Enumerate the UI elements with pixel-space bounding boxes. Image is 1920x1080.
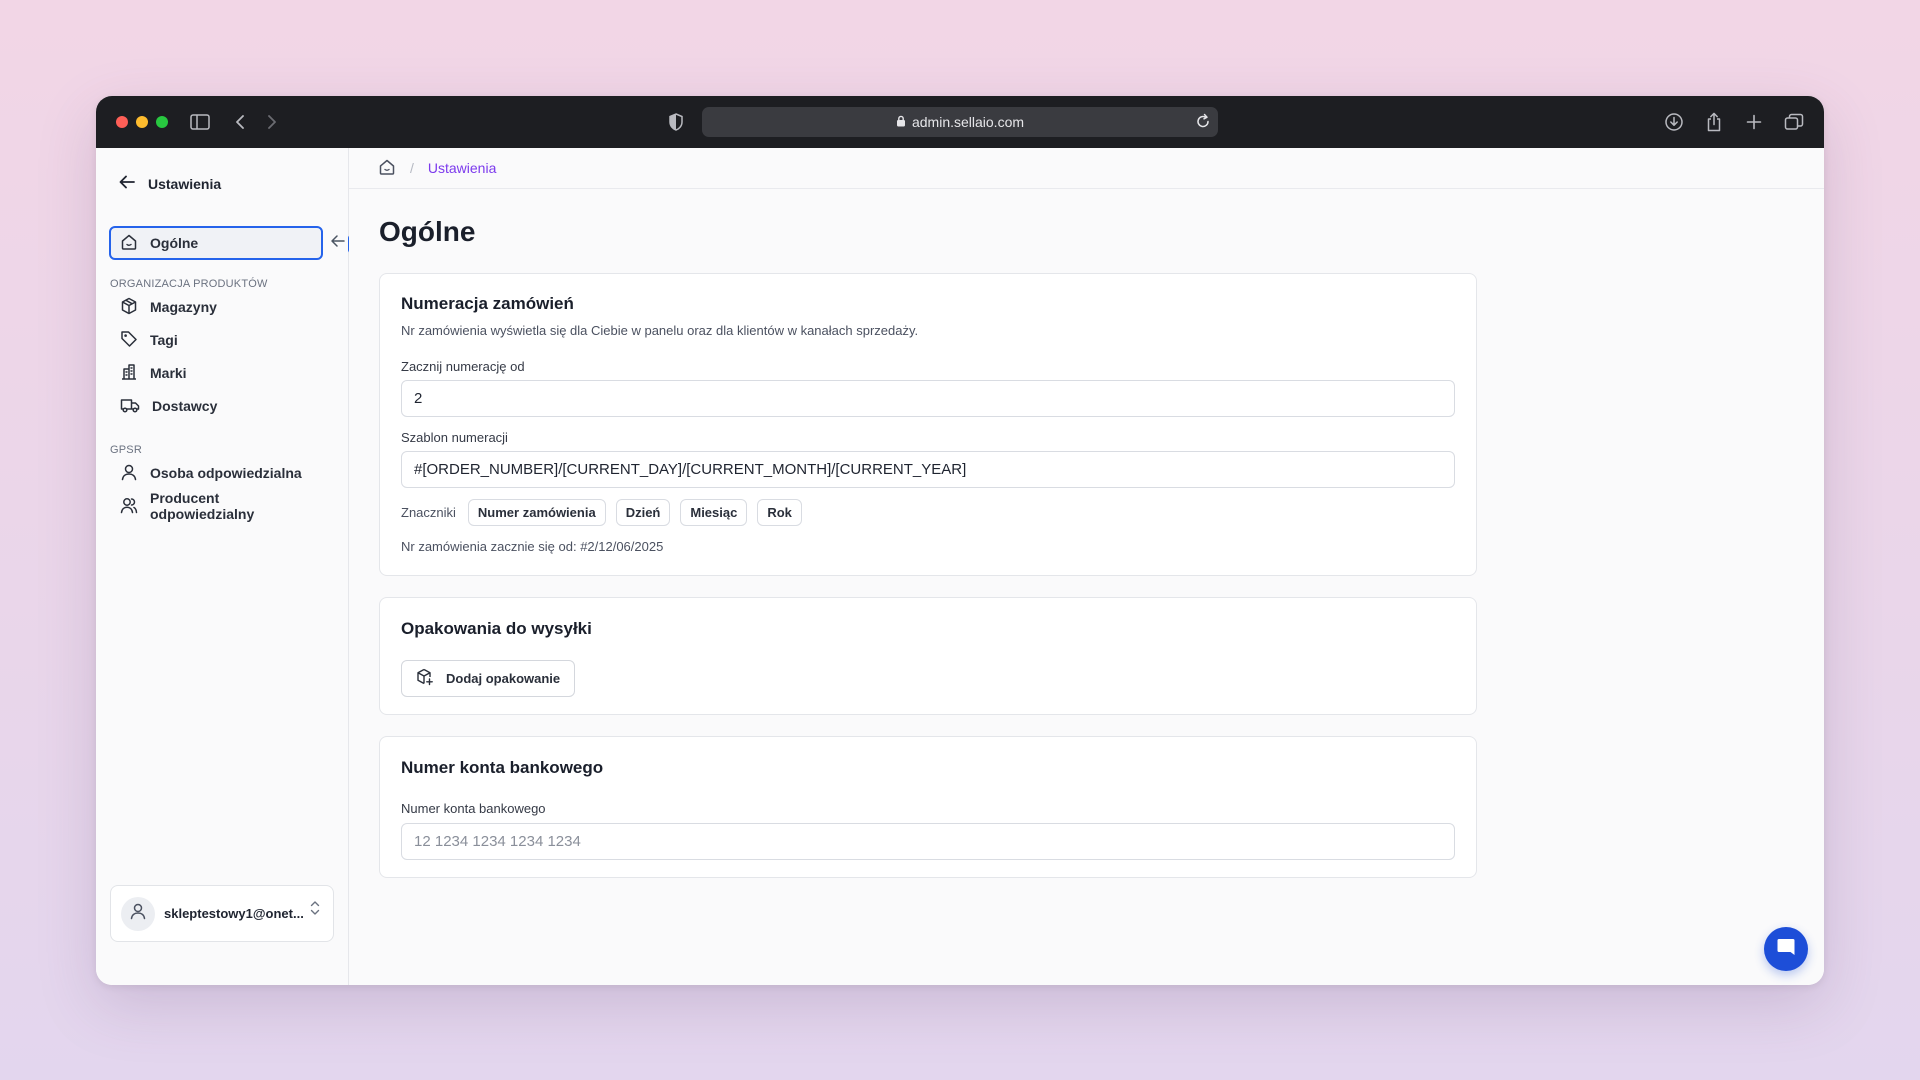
privacy-shield-icon[interactable]: [664, 110, 688, 134]
window-controls: [116, 116, 168, 128]
address-bar[interactable]: admin.sellaio.com: [702, 107, 1218, 137]
settings-sidebar: Ustawienia Ogólne 1 ORGANIZACJA PRODUKTÓ…: [96, 148, 366, 985]
arrow-left-icon: [118, 174, 136, 193]
users-icon: [120, 496, 138, 517]
order-numbering-description: Nr zamówienia wyświetla się dla Ciebie w…: [401, 323, 919, 338]
tags-row: Znaczniki Numer zamówienia Dzień Miesiąc…: [401, 499, 802, 526]
section-label-products: ORGANIZACJA PRODUKTÓW: [110, 278, 268, 290]
url-text: admin.sellaio.com: [911, 114, 1025, 130]
package-add-icon: [416, 668, 434, 689]
add-packaging-button[interactable]: Dodaj opakowanie: [401, 660, 576, 697]
arrow-left-icon: [330, 234, 346, 253]
tag-year-button[interactable]: Rok: [757, 499, 802, 526]
close-window-button[interactable]: [116, 116, 128, 128]
breadcrumb-current[interactable]: Ustawienia: [428, 160, 496, 176]
cube-icon: [120, 297, 138, 318]
share-icon[interactable]: [1702, 110, 1726, 134]
back-label: Ustawienia: [148, 175, 222, 192]
back-nav-icon[interactable]: [228, 110, 252, 134]
lock-icon: [896, 114, 906, 130]
browser-window: admin.sellaio.com Ustawienia Ogólne ORGA…: [96, 96, 1824, 985]
section-label-gpsr: GPSR: [110, 444, 142, 456]
numbering-template-input[interactable]: [401, 451, 1455, 488]
main-content: / Ustawienia Ogólne Numeracja zamówień N…: [349, 148, 1824, 985]
sidebar-item-general[interactable]: Ogólne: [109, 226, 323, 260]
sidebar-item-label: Dostawcy: [152, 398, 218, 414]
start-number-label: Zacznij numerację od: [401, 359, 525, 374]
chevron-up-down-icon: [309, 899, 321, 922]
sidebar-item-label: Osoba odpowiedzialna: [150, 465, 302, 481]
user-email: skleptestowy1@onet...: [164, 906, 304, 921]
forward-nav-icon[interactable]: [260, 110, 284, 134]
sidebar-item-label: Producent odpowiedzialny: [150, 490, 255, 522]
sidebar-toggle-icon[interactable]: [188, 110, 212, 134]
chat-icon: [1775, 936, 1797, 963]
breadcrumb-separator: /: [410, 160, 414, 176]
order-numbering-card: Numeracja zamówień Nr zamówienia wyświet…: [379, 273, 1477, 576]
sidebar-item-label: Ogólne: [150, 235, 199, 251]
bank-account-input[interactable]: [401, 823, 1455, 860]
tag-month-button[interactable]: Miesiąc: [680, 499, 748, 526]
download-icon[interactable]: [1662, 110, 1686, 134]
sidebar-item-warehouses[interactable]: Magazyny: [109, 290, 323, 324]
tags-label: Znaczniki: [401, 505, 456, 520]
chat-support-button[interactable]: [1764, 927, 1808, 971]
bank-account-title: Numer konta bankowego: [401, 758, 604, 777]
packaging-card: Opakowania do wysyłki Dodaj opakowanie: [379, 597, 1477, 715]
start-number-input[interactable]: [401, 380, 1455, 417]
sidebar-item-label: Magazyny: [150, 299, 217, 315]
building-icon: [120, 363, 138, 384]
sidebar-item-label: Tagi: [150, 332, 178, 348]
sidebar-item-responsible-person[interactable]: Osoba odpowiedzialna: [109, 456, 323, 490]
add-packaging-label: Dodaj opakowanie: [446, 671, 561, 686]
tag-icon: [120, 330, 138, 351]
sidebar-item-responsible-producer[interactable]: Producent odpowiedzialny: [109, 489, 323, 523]
tag-day-button[interactable]: Dzień: [615, 499, 671, 526]
zoom-window-button[interactable]: [156, 116, 168, 128]
page-title: Ogólne: [379, 216, 476, 247]
browser-titlebar: admin.sellaio.com: [96, 96, 1824, 148]
breadcrumb: / Ustawienia: [349, 148, 1824, 189]
order-number-preview: Nr zamówienia zacznie się od: #2/12/06/2…: [401, 539, 664, 554]
bank-account-label: Numer konta bankowego: [401, 801, 546, 816]
home-icon[interactable]: [378, 158, 396, 179]
numbering-template-label: Szablon numeracji: [401, 430, 508, 445]
tag-order-number-button[interactable]: Numer zamówienia: [467, 499, 606, 526]
order-numbering-title: Numeracja zamówień: [401, 294, 574, 313]
sidebar-item-suppliers[interactable]: Dostawcy: [109, 389, 323, 423]
sidebar-item-tags[interactable]: Tagi: [109, 323, 323, 357]
sidebar-item-label: Marki: [150, 365, 187, 381]
sidebar-item-brands[interactable]: Marki: [109, 356, 323, 390]
reload-icon[interactable]: [1196, 113, 1210, 132]
avatar: [121, 896, 155, 931]
new-tab-icon[interactable]: [1742, 110, 1766, 134]
bank-account-card: Numer konta bankowego Numer konta bankow…: [379, 736, 1477, 878]
truck-icon: [120, 396, 140, 417]
app-body: Ustawienia Ogólne 1 ORGANIZACJA PRODUKTÓ…: [96, 148, 1824, 985]
packaging-title: Opakowania do wysyłki: [401, 619, 592, 638]
user-icon: [129, 902, 147, 925]
user-icon: [120, 463, 138, 484]
tab-overview-icon[interactable]: [1782, 110, 1806, 134]
home-icon: [120, 233, 138, 254]
back-to-settings-link[interactable]: Ustawienia: [118, 174, 221, 193]
minimize-window-button[interactable]: [136, 116, 148, 128]
account-switcher[interactable]: skleptestowy1@onet...: [110, 885, 334, 942]
